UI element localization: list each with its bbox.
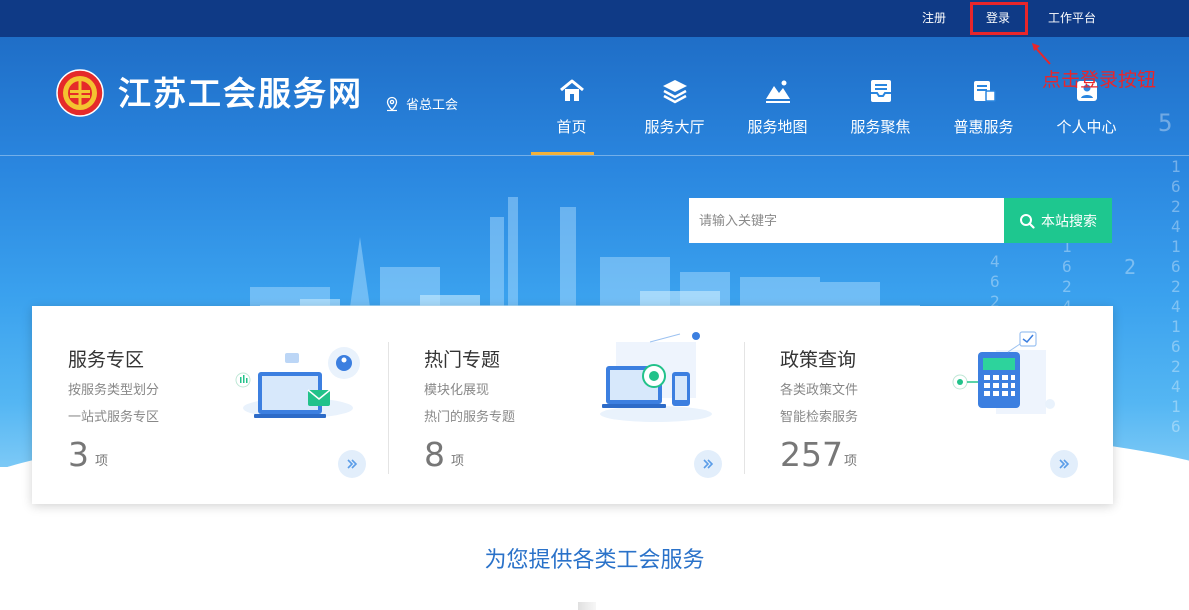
search-icon bbox=[1020, 213, 1035, 229]
annotation-arrow-icon bbox=[1032, 43, 1051, 65]
card-unit: 项 bbox=[844, 454, 858, 469]
province-label: 省总工会 bbox=[406, 98, 459, 113]
home-icon bbox=[559, 79, 584, 101]
login-annotation: 点击登录按钮 bbox=[1042, 69, 1157, 91]
nav-item-service-focus[interactable]: 服务聚焦 bbox=[829, 73, 932, 155]
nav-item-home[interactable]: 首页 bbox=[520, 73, 623, 155]
nav-item-label: 服务大厅 bbox=[644, 118, 705, 136]
province-selector[interactable]: 省总工会 bbox=[384, 94, 458, 113]
card-description: 按服务类型划分 bbox=[68, 383, 160, 398]
decorative-digits: 16241624162416 bbox=[1171, 157, 1181, 436]
nav-item-service-hall[interactable]: 服务大厅 bbox=[623, 73, 726, 155]
header-divider bbox=[0, 155, 1189, 156]
inbox-icon bbox=[870, 80, 891, 102]
register-link[interactable]: 注册 bbox=[922, 10, 946, 26]
location-icon bbox=[386, 96, 398, 111]
double-chevron-right-icon bbox=[1059, 459, 1070, 469]
card-description: 智能检索服务 bbox=[780, 410, 859, 425]
union-emblem-icon[interactable] bbox=[56, 69, 104, 117]
nav-item-label: 服务地图 bbox=[747, 118, 808, 136]
double-chevron-right-icon bbox=[347, 459, 358, 469]
workbench-link[interactable]: 工作平台 bbox=[1048, 10, 1096, 26]
devices-icon bbox=[600, 332, 712, 422]
scroll-indicator bbox=[578, 602, 596, 610]
card-count: 257 bbox=[780, 435, 843, 474]
feature-cards: 服务专区 按服务类型划分 一站式服务专区 3 项 热门专题 模块化展现 热门的服… bbox=[32, 306, 1113, 504]
card-hot-topics[interactable]: 热门专题 模块化展现 热门的服务专题 8 项 bbox=[388, 306, 744, 504]
double-chevron-right-icon bbox=[703, 459, 714, 469]
card-title: 热门专题 bbox=[424, 349, 501, 371]
card-service-zone[interactable]: 服务专区 按服务类型划分 一站式服务专区 3 项 bbox=[32, 306, 388, 504]
card-title: 服务专区 bbox=[68, 349, 145, 371]
map-icon bbox=[765, 80, 790, 103]
search-button-label: 本站搜索 bbox=[1041, 212, 1097, 229]
bank-icon bbox=[973, 81, 996, 102]
login-highlight-box bbox=[970, 2, 1028, 35]
card-policy-query[interactable]: 政策查询 各类政策文件 智能检索服务 257 项 bbox=[744, 306, 1113, 504]
calculator-icon bbox=[952, 331, 1055, 414]
card-count: 8 bbox=[424, 435, 445, 474]
page: 注册 登录 工作平台 1 6 2 4 1 6 2 4 1 6 2 4 1 6 1… bbox=[0, 0, 1189, 610]
nav-item-label: 个人中心 bbox=[1056, 118, 1117, 136]
card-description: 热门的服务专题 bbox=[424, 410, 516, 425]
decorative-digits: 2 bbox=[1124, 255, 1137, 279]
decorative-digits: 5 bbox=[1158, 109, 1173, 137]
card-unit: 项 bbox=[451, 454, 465, 469]
laptop-mail-icon bbox=[235, 347, 360, 418]
card-title: 政策查询 bbox=[780, 349, 857, 371]
card-description: 各类政策文件 bbox=[780, 383, 859, 398]
card-count: 3 bbox=[68, 435, 89, 474]
nav-item-label: 首页 bbox=[556, 118, 587, 136]
card-description: 模块化展现 bbox=[424, 383, 490, 398]
card-description: 一站式服务专区 bbox=[68, 410, 160, 425]
nav-item-benefit-service[interactable]: 普惠服务 bbox=[932, 73, 1035, 155]
nav-item-service-map[interactable]: 服务地图 bbox=[726, 73, 829, 155]
nav-item-label: 服务聚焦 bbox=[850, 118, 911, 136]
nav-item-label: 普惠服务 bbox=[953, 118, 1014, 136]
card-more-button[interactable] bbox=[694, 450, 722, 478]
site-name[interactable]: 江苏工会服务网 bbox=[118, 74, 363, 114]
layers-icon bbox=[662, 80, 687, 104]
search-input[interactable] bbox=[689, 198, 1004, 243]
card-more-button[interactable] bbox=[338, 450, 366, 478]
section-title: 为您提供各类工会服务 bbox=[484, 548, 705, 573]
card-more-button[interactable] bbox=[1050, 450, 1078, 478]
card-unit: 项 bbox=[95, 454, 109, 469]
search-button[interactable]: 本站搜索 bbox=[1004, 198, 1112, 243]
